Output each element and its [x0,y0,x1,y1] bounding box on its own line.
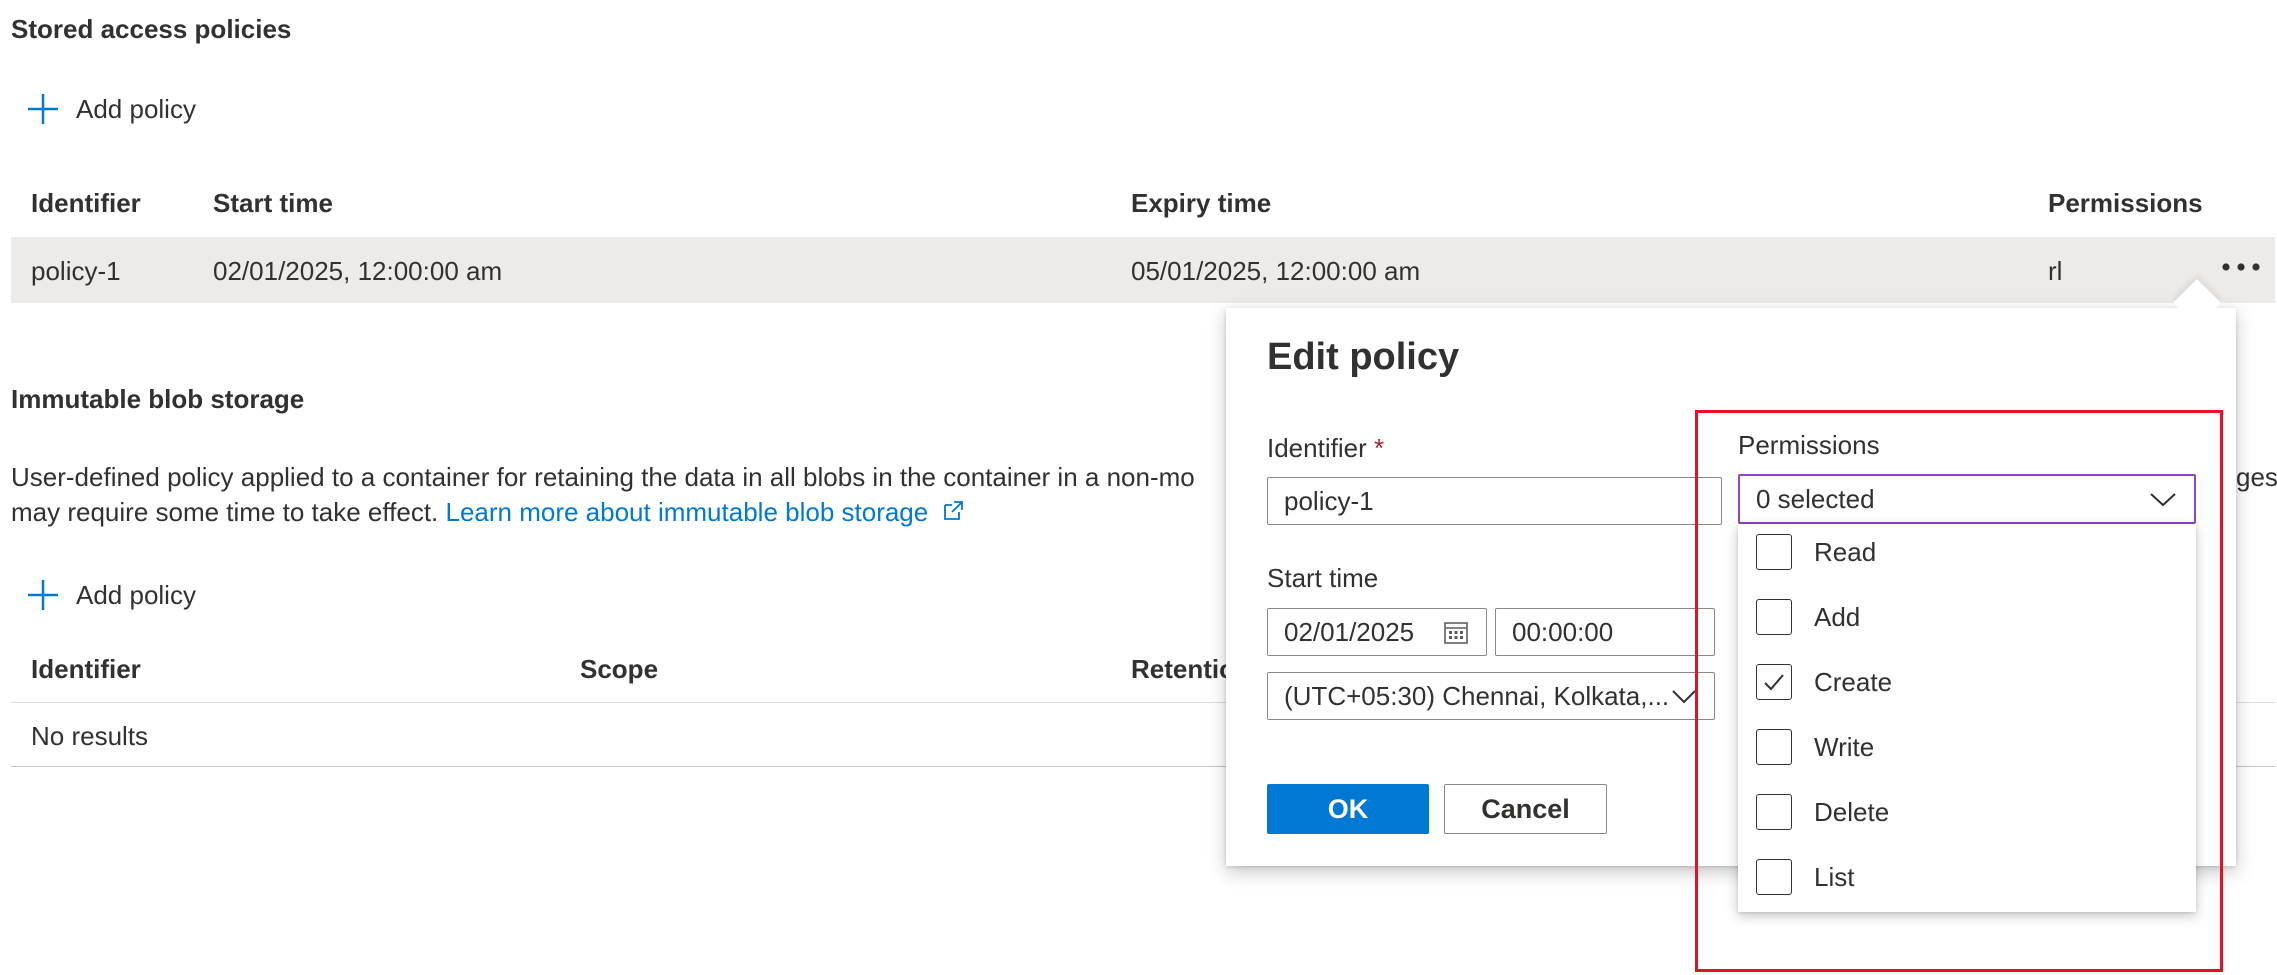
option-write[interactable]: Write [1756,729,1874,765]
more-actions-button[interactable] [2216,247,2266,287]
option-list[interactable]: List [1756,859,1854,895]
permissions-dropdown[interactable]: 0 selected [1738,474,2196,524]
row-permissions: rl [2048,256,2063,286]
plus-icon [28,580,58,610]
checkbox-write[interactable] [1756,729,1792,765]
col-identifier: Identifier [31,188,141,218]
identifier-value: policy-1 [1284,485,1374,516]
start-date-picker[interactable]: 02/01/2025 [1267,608,1487,656]
chevron-down-icon [1672,690,1696,704]
stored-policies-title: Stored access policies [11,14,292,44]
option-add[interactable]: Add [1756,599,1860,635]
dialog-title: Edit policy [1267,336,1460,378]
option-create[interactable]: Create [1756,664,1892,700]
permissions-label: Permissions [1738,430,1880,460]
identifier-label-text: Identifier [1267,433,1367,463]
plus-icon [28,94,58,124]
add-immutable-policy-button[interactable]: Add policy [26,578,196,612]
ok-button[interactable]: OK [1267,784,1429,834]
calendar-icon[interactable] [1442,618,1470,646]
start-time-input[interactable]: 00:00:00 [1495,608,1715,656]
cancel-button[interactable]: Cancel [1444,784,1607,834]
immutable-description-line2: may require some time to take effect. Le… [11,497,965,528]
permissions-value: 0 selected [1756,483,1875,514]
start-date-value: 02/01/2025 [1284,616,1415,647]
row-start-time: 02/01/2025, 12:00:00 am [213,256,503,286]
immutable-description-line1: User-defined policy applied to a contain… [11,462,1195,492]
table-row[interactable]: policy-1 02/01/2025, 12:00:00 am 05/01/2… [11,237,2275,303]
checkbox-read[interactable] [1756,534,1792,570]
permissions-options-list: Read Add Create Write Delete List [1738,524,2196,912]
col-immutable-retention: Retentio [1131,654,1235,684]
learn-more-label: Learn more about immutable blob storage [445,497,929,527]
row-expiry-time: 05/01/2025, 12:00:00 am [1131,256,1421,286]
start-time-label: Start time [1267,563,1379,593]
option-delete-label: Delete [1814,796,1890,827]
option-delete[interactable]: Delete [1756,794,1889,830]
required-mark: * [1373,433,1385,463]
checkbox-create[interactable] [1756,664,1792,700]
checkbox-list[interactable] [1756,859,1792,895]
checkbox-add[interactable] [1756,599,1792,635]
chevron-down-icon [2150,493,2176,507]
add-immutable-policy-label: Add policy [76,579,196,610]
timezone-dropdown[interactable]: (UTC+05:30) Chennai, Kolkata,... [1267,672,1715,720]
external-link-icon [944,501,964,520]
add-policy-label: Add policy [76,93,196,124]
option-read-label: Read [1814,536,1877,567]
immutable-description-text: may require some time to take effect. [11,497,439,527]
option-add-label: Add [1814,601,1861,632]
no-results-text: No results [31,721,149,751]
col-start-time: Start time [213,188,333,218]
more-icon [2222,263,2260,271]
learn-more-link[interactable]: Learn more about immutable blob storage [446,497,966,527]
option-list-label: List [1814,861,1855,892]
col-immutable-scope: Scope [580,654,659,684]
start-time-value: 00:00:00 [1512,616,1614,647]
col-permissions: Permissions [2048,188,2203,218]
identifier-label: Identifier * [1267,433,1384,464]
option-create-label: Create [1814,666,1893,697]
add-policy-button[interactable]: Add policy [26,92,196,126]
identifier-input[interactable]: policy-1 [1267,477,1722,525]
immutable-description-tail: ges [2236,462,2277,492]
option-write-label: Write [1814,731,1875,762]
row-identifier: policy-1 [31,256,121,286]
immutable-storage-title: Immutable blob storage [11,384,305,414]
col-expiry-time: Expiry time [1131,188,1272,218]
option-read[interactable]: Read [1756,534,1876,570]
col-immutable-identifier: Identifier [31,654,141,684]
checkbox-delete[interactable] [1756,794,1792,830]
timezone-value: (UTC+05:30) Chennai, Kolkata,... [1284,680,1670,711]
checkmark-icon [1764,674,1784,691]
